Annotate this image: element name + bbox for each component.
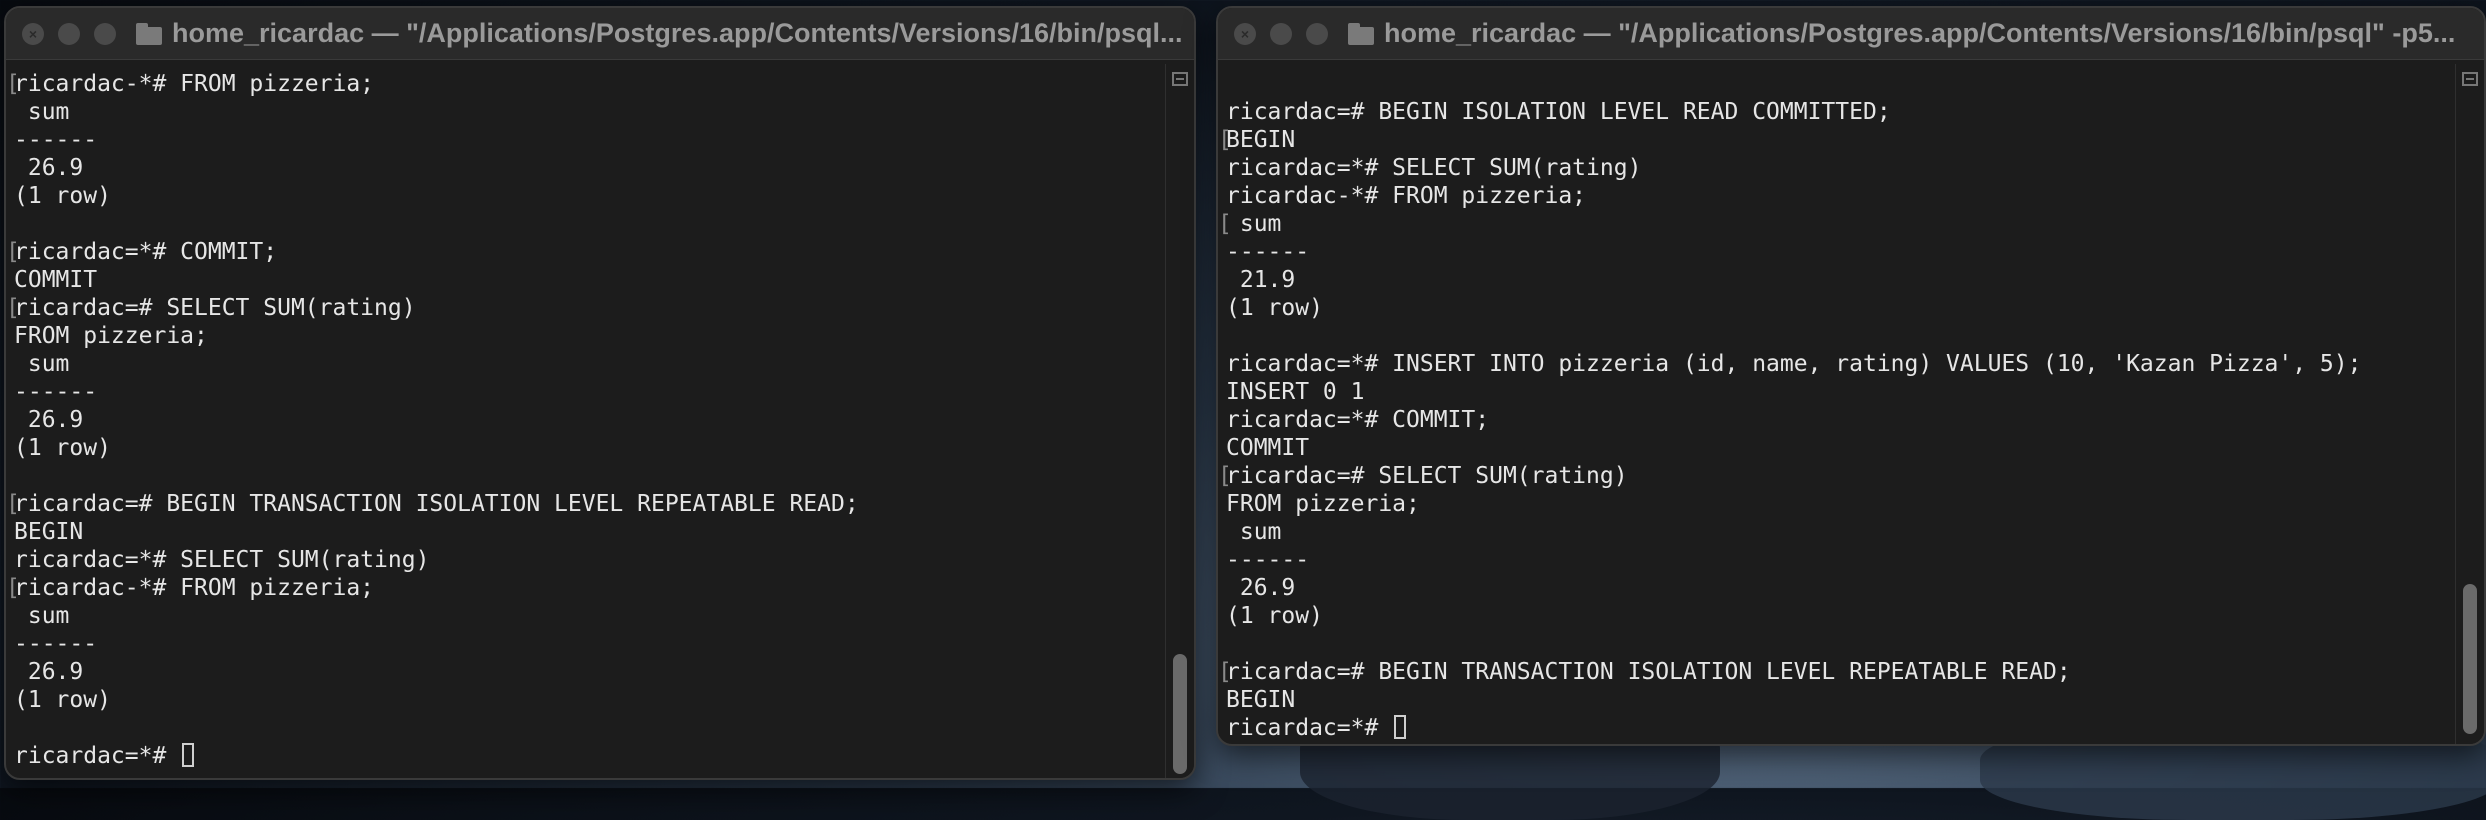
terminal-line: ricardac=# BEGIN TRANSACTION ISOLATION L…: [6, 490, 1164, 518]
zoom-icon[interactable]: [94, 22, 116, 45]
terminal-line: ------: [1226, 547, 1310, 573]
terminal-line: ricardac-*# FROM pizzeria;: [6, 70, 1164, 98]
terminal-line: ricardac-*# FROM pizzeria;: [1226, 183, 1587, 209]
terminal-line: 21.9: [1226, 267, 1296, 293]
terminal-line: BEGIN: [1218, 126, 2454, 154]
terminal-line: ------: [14, 631, 98, 657]
terminal-line: FROM pizzeria;: [1226, 491, 1420, 517]
window-title: home_ricardac — "/Applications/Postgres.…: [1384, 18, 2456, 48]
terminal-output[interactable]: ricardac=# BEGIN ISOLATION LEVEL READ CO…: [1218, 64, 2454, 744]
terminal-line: (1 row): [14, 687, 111, 713]
terminal-line: ricardac=*# SELECT SUM(rating): [14, 547, 430, 573]
marks-icon[interactable]: [2462, 72, 2478, 86]
terminal-line: (1 row): [14, 435, 111, 461]
terminal-line: sum: [14, 99, 70, 125]
terminal-window-left[interactable]: × home_ricardac — "/Applications/Postgre…: [4, 6, 1196, 780]
text-cursor: [1394, 715, 1407, 739]
prompt-line[interactable]: ricardac=*#: [14, 742, 1164, 770]
terminal-line: ricardac=*# INSERT INTO pizzeria (id, na…: [1226, 351, 2362, 377]
terminal-line: ricardac=# SELECT SUM(rating): [1218, 462, 2454, 490]
window-titlebar[interactable]: × home_ricardac — "/Applications/Postgre…: [6, 8, 1194, 60]
terminal-line: ricardac=*# COMMIT;: [6, 238, 1164, 266]
terminal-line: sum: [14, 603, 70, 629]
terminal-line: BEGIN: [14, 519, 84, 545]
terminal-line: 26.9: [1226, 575, 1296, 601]
close-icon[interactable]: ×: [22, 22, 44, 45]
terminal-line: COMMIT: [1226, 435, 1310, 461]
window-title: home_ricardac — "/Applications/Postgres.…: [172, 18, 1183, 48]
scrollbar[interactable]: [1165, 64, 1194, 778]
terminal-line: sum: [14, 351, 70, 377]
terminal-line: BEGIN: [1226, 687, 1296, 713]
terminal-line: ricardac-*# FROM pizzeria;: [6, 574, 1164, 602]
window-titlebar[interactable]: × home_ricardac — "/Applications/Postgre…: [1218, 8, 2484, 60]
terminal-line: ricardac=*# SELECT SUM(rating): [1226, 155, 1642, 181]
terminal-line: INSERT 0 1: [1226, 379, 1365, 405]
prompt-line[interactable]: ricardac=*#: [1226, 714, 2454, 742]
scroll-thumb[interactable]: [1173, 654, 1187, 774]
close-icon[interactable]: ×: [1234, 22, 1256, 45]
terminal-line: (1 row): [1226, 295, 1323, 321]
minimize-icon[interactable]: [58, 22, 80, 45]
scroll-thumb[interactable]: [2463, 584, 2477, 734]
terminal-line: ------: [1226, 239, 1310, 265]
marks-icon[interactable]: [1172, 72, 1188, 86]
terminal-window-right[interactable]: × home_ricardac — "/Applications/Postgre…: [1216, 6, 2486, 746]
text-cursor: [182, 743, 195, 767]
terminal-line: ricardac=# SELECT SUM(rating): [6, 294, 1164, 322]
terminal-line: ------: [14, 127, 98, 153]
terminal-line: COMMIT: [14, 267, 98, 293]
terminal-output[interactable]: ricardac-*# FROM pizzeria; sum------ 26.…: [6, 64, 1164, 778]
terminal-line: (1 row): [1226, 603, 1323, 629]
folder-icon: [136, 22, 162, 45]
terminal-line: 26.9: [14, 659, 84, 685]
terminal-line: FROM pizzeria;: [14, 323, 208, 349]
terminal-line: sum: [1226, 519, 1282, 545]
terminal-line: ------: [14, 379, 98, 405]
terminal-line: ricardac=# BEGIN TRANSACTION ISOLATION L…: [1218, 658, 2454, 686]
prompt-text: ricardac=*#: [14, 743, 181, 769]
terminal-line: 26.9: [14, 155, 84, 181]
prompt-text: ricardac=*#: [1226, 715, 1393, 741]
terminal-line: ricardac=*# COMMIT;: [1226, 407, 1490, 433]
minimize-icon[interactable]: [1270, 22, 1292, 45]
terminal-line: ricardac=# BEGIN ISOLATION LEVEL READ CO…: [1226, 99, 1891, 125]
terminal-line: 26.9: [14, 407, 84, 433]
terminal-line: (1 row): [14, 183, 111, 209]
zoom-icon[interactable]: [1306, 22, 1328, 45]
folder-icon: [1348, 22, 1374, 45]
terminal-line: sum: [1218, 210, 2454, 238]
scrollbar[interactable]: [2455, 64, 2484, 744]
